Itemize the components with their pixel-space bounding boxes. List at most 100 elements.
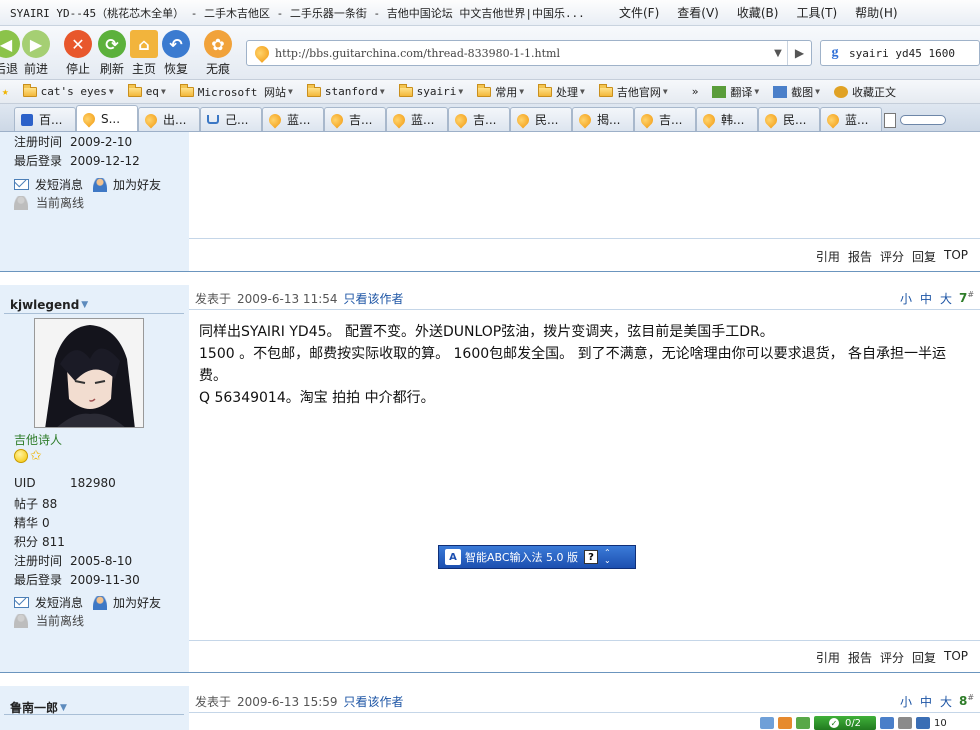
status-volume-icon[interactable]: [898, 717, 912, 729]
tab-5[interactable]: 吉...: [324, 107, 386, 131]
cart-icon: [207, 115, 219, 124]
translate-button[interactable]: 翻译 ▼: [706, 84, 767, 100]
search-input[interactable]: syairi yd45 1600: [849, 47, 955, 60]
status-page-icon[interactable]: [760, 717, 774, 729]
new-tab-area[interactable]: [884, 109, 956, 131]
bookmark-stanford[interactable]: stanford ▼: [301, 83, 393, 98]
menu-file[interactable]: 文件(F): [610, 4, 668, 21]
restore-button[interactable]: ↶ 恢复: [162, 30, 190, 77]
prev-send-message-link[interactable]: 发短消息: [14, 176, 83, 193]
status-rss-icon[interactable]: [778, 717, 792, 729]
bookmark-cats-eyes[interactable]: cat's eyes ▼: [17, 83, 122, 98]
tab-1[interactable]: S...: [76, 105, 138, 131]
tab-11[interactable]: 韩...: [696, 107, 758, 131]
top-link[interactable]: TOP: [944, 248, 968, 265]
post7-send-message-link[interactable]: 发短消息: [14, 594, 83, 611]
address-dropdown-icon[interactable]: ▼: [769, 48, 787, 59]
go-arrow-icon[interactable]: ▶: [787, 41, 811, 65]
prev-add-friend-link[interactable]: 加为好友: [93, 176, 161, 193]
chevron-down-icon: ▼: [288, 87, 293, 96]
menu-favorites[interactable]: 收藏(B): [728, 4, 788, 21]
post7-add-friend-link[interactable]: 加为好友: [93, 594, 161, 611]
only-author-link[interactable]: 只看该作者: [344, 693, 404, 710]
site-favicon-icon: [762, 111, 780, 128]
back-label: 后退: [0, 62, 18, 76]
status-download-icon[interactable]: [880, 717, 894, 729]
tab-0[interactable]: 百...: [14, 107, 76, 131]
tab-3[interactable]: 己...: [200, 107, 262, 131]
reply-link[interactable]: 回复: [912, 248, 936, 265]
ime-label: 智能ABC输入法 5.0 版: [465, 551, 579, 564]
search-box[interactable]: g syairi yd45 1600: [820, 40, 980, 66]
menu-help[interactable]: 帮助(H): [846, 4, 906, 21]
report-link[interactable]: 报告: [848, 248, 872, 265]
refresh-button[interactable]: ⟳ 刷新: [98, 30, 126, 77]
home-button[interactable]: ⌂ 主页: [130, 30, 158, 77]
tab-9[interactable]: 揭...: [572, 107, 634, 131]
tab-7[interactable]: 吉...: [448, 107, 510, 131]
tab-13[interactable]: 蓝...: [820, 107, 882, 131]
floor-sup: #: [967, 290, 975, 299]
bookmark-label: Microsoft 网站: [197, 85, 286, 99]
font-small-link[interactable]: 小: [900, 693, 912, 710]
screenshot-button[interactable]: 截图 ▼: [767, 84, 828, 100]
font-medium-link[interactable]: 中: [920, 290, 932, 307]
bookmark-syairi[interactable]: syairi ▼: [393, 83, 472, 98]
bookmark-star-icon[interactable]: ★: [0, 85, 17, 98]
tab-10[interactable]: 吉...: [634, 107, 696, 131]
address-bar[interactable]: http://bbs.guitarchina.com/thread-833980…: [246, 40, 812, 66]
post-line: 1500 。不包邮，邮费按实际收取的算。 1600包邮发全国。 到了不满意，无论…: [199, 346, 947, 384]
rate-link[interactable]: 评分: [880, 649, 904, 666]
menu-view[interactable]: 查看(V): [668, 4, 728, 21]
offline-user-icon: [14, 613, 28, 628]
reply-link[interactable]: 回复: [912, 649, 936, 666]
add-friend-label: 加为好友: [113, 596, 162, 610]
post7-username[interactable]: kjwlegend ▼: [10, 298, 88, 312]
tab-6[interactable]: 蓝...: [386, 107, 448, 131]
address-url[interactable]: http://bbs.guitarchina.com/thread-833980…: [275, 47, 769, 60]
tab-scroll-icon[interactable]: [900, 115, 946, 125]
forward-button[interactable]: ▶ 前进: [22, 30, 50, 77]
bookmark-process[interactable]: 处理 ▼: [532, 83, 593, 100]
zoom-level[interactable]: 10: [934, 718, 947, 729]
tab-8[interactable]: 民...: [510, 107, 572, 131]
quote-link[interactable]: 引用: [816, 248, 840, 265]
menu-tools[interactable]: 工具(T): [787, 4, 846, 21]
incognito-button[interactable]: ✿ 无痕: [204, 30, 232, 77]
new-tab-icon[interactable]: [884, 112, 896, 128]
font-large-link[interactable]: 大: [940, 290, 952, 307]
quote-link[interactable]: 引用: [816, 649, 840, 666]
back-button[interactable]: ◀ 后退: [0, 30, 20, 77]
top-link[interactable]: TOP: [944, 649, 968, 666]
bookmark-common[interactable]: 常用 ▼: [471, 83, 532, 100]
security-status-badge[interactable]: ✓ 0/2: [814, 716, 876, 730]
folder-icon: [127, 83, 142, 97]
bookmark-eq[interactable]: eq ▼: [122, 83, 174, 98]
site-favicon-icon: [700, 111, 718, 128]
ime-toolbar[interactable]: A 智能ABC输入法 5.0 版 ? ⌃ ⌄: [438, 545, 636, 569]
report-link[interactable]: 报告: [848, 649, 872, 666]
font-large-link[interactable]: 大: [940, 693, 952, 710]
ime-help-icon[interactable]: ?: [584, 550, 599, 564]
folder-icon: [538, 83, 553, 97]
tab-2[interactable]: 出...: [138, 107, 200, 131]
rate-link[interactable]: 评分: [880, 248, 904, 265]
bookmarks-more[interactable]: »: [686, 85, 707, 98]
stop-button[interactable]: ✕ 停止: [64, 30, 92, 77]
save-article-button[interactable]: 收藏正文: [828, 84, 904, 100]
bookmark-guitar-official[interactable]: 吉他官网 ▼: [593, 83, 676, 100]
page-content: 注册时间 2009-2-10 最后登录 2009-12-12 发短消息 加为好友 当…: [0, 132, 980, 730]
tab-label: 出...: [163, 113, 187, 127]
avatar[interactable]: [34, 318, 144, 428]
restore-label: 恢复: [163, 62, 188, 76]
bookmark-microsoft[interactable]: Microsoft 网站 ▼: [174, 83, 301, 100]
tab-4[interactable]: 蓝...: [262, 107, 324, 131]
font-small-link[interactable]: 小: [900, 290, 912, 307]
status-zoom-icon[interactable]: [916, 717, 930, 729]
prev-post-sidebar: 注册时间 2009-2-10 最后登录 2009-12-12 发短消息 加为好友 当…: [0, 132, 189, 271]
font-medium-link[interactable]: 中: [920, 693, 932, 710]
status-plugin-icon[interactable]: [796, 717, 810, 729]
only-author-link[interactable]: 只看该作者: [344, 290, 404, 307]
ime-options-icon[interactable]: ⌃ ⌄: [604, 549, 611, 565]
tab-12[interactable]: 民...: [758, 107, 820, 131]
